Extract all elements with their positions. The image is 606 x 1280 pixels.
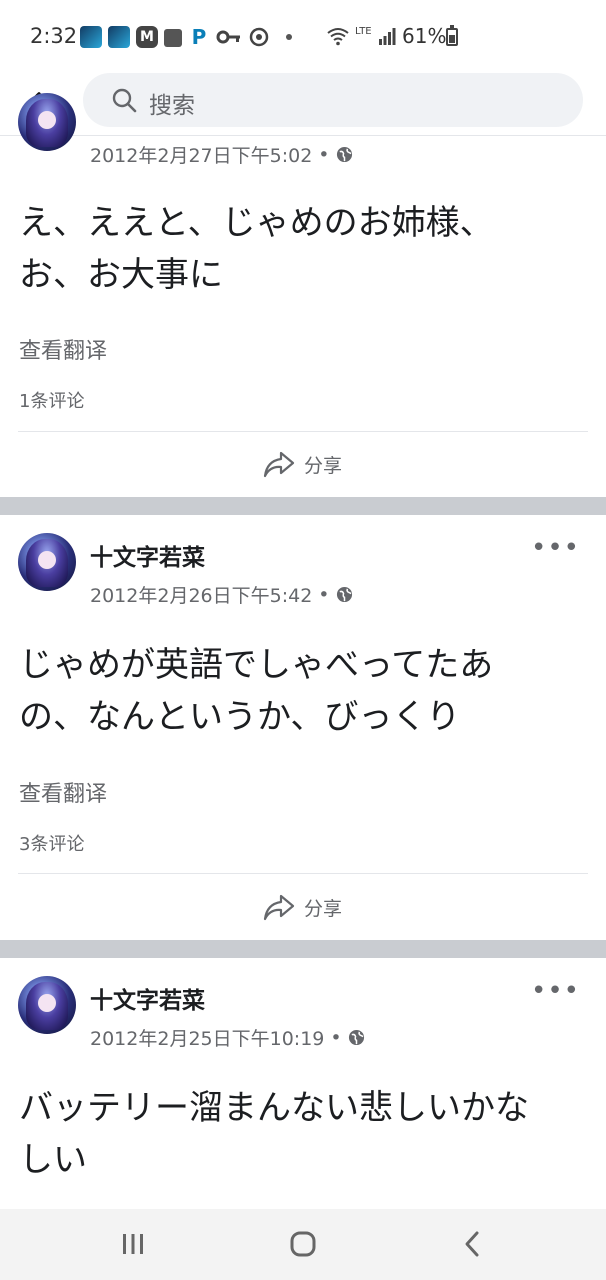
comment-count[interactable]: 1条评论	[19, 387, 84, 413]
system-nav-bar	[0, 1209, 606, 1280]
share-label: 分享	[304, 897, 343, 920]
key-icon	[216, 30, 240, 44]
author-avatar[interactable]	[18, 533, 76, 591]
battery-icon	[446, 25, 458, 46]
sync-icon	[249, 27, 269, 47]
share-button[interactable]: 分享	[262, 449, 342, 479]
post-text: バッテリー溜まんない悲しいかな しい	[19, 1088, 529, 1180]
post-timestamp[interactable]: 2012年2月25日下午10:19	[90, 1024, 324, 1051]
share-icon	[263, 451, 295, 478]
game-app-icon	[80, 26, 102, 48]
post-meta: 2012年2月26日下午5:42 •	[90, 581, 353, 608]
more-options-button[interactable]: •••	[531, 533, 580, 563]
more-notifications-dot	[286, 34, 292, 40]
globe-icon	[348, 1029, 364, 1046]
post-2: 十文字若菜 ••• 2012年2月26日下午5:42 • じゃめが英語でしゃべっ…	[0, 515, 606, 940]
post-divider	[0, 940, 606, 958]
battery-percent: 61%	[402, 24, 447, 48]
more-options-button[interactable]: •••	[531, 976, 580, 1006]
home-icon[interactable]	[283, 1229, 323, 1259]
post-divider	[0, 497, 606, 515]
author-name[interactable]: 十文字若菜	[90, 981, 205, 1015]
search-icon	[112, 88, 137, 113]
checkbox-app-icon	[164, 29, 182, 47]
action-separator	[18, 873, 588, 874]
search-placeholder: 搜索	[149, 93, 195, 119]
author-name[interactable]: 十文字若菜	[90, 538, 205, 572]
post-text: え、ええと、じゃめのお姉様、 お、お大事に	[19, 203, 494, 295]
author-avatar[interactable]	[18, 93, 76, 151]
status-time: 2:32	[30, 24, 78, 48]
post-text: じゃめが英語でしゃべってたあ の、なんというか、びっくり	[19, 645, 494, 737]
globe-icon	[336, 586, 352, 603]
post-3: 十文字若菜 ••• 2012年2月25日下午10:19 • バッテリー溜まんない…	[0, 958, 606, 1209]
share-button[interactable]: 分享	[262, 892, 342, 922]
chevron-left-icon[interactable]	[453, 1229, 493, 1259]
notification-icons: M P	[80, 26, 292, 48]
recent-apps-icon[interactable]	[113, 1229, 153, 1259]
see-translation-link[interactable]: 查看翻译	[19, 333, 107, 365]
m-app-icon: M	[136, 26, 158, 48]
post-1: 2012年2月27日下午5:02 • え、ええと、じゃめのお姉様、 お、お大事に…	[0, 93, 606, 497]
p-app-icon: P	[191, 25, 207, 49]
status-bar: 2:32 M P LTE 61%	[0, 0, 606, 72]
action-separator	[18, 431, 588, 432]
post-timestamp[interactable]: 2012年2月27日下午5:02	[90, 141, 312, 168]
share-icon	[263, 894, 295, 921]
post-meta: 2012年2月25日下午10:19 •	[90, 1024, 365, 1051]
post-meta: 2012年2月27日下午5:02 •	[90, 141, 353, 168]
search-header: 搜索	[0, 72, 606, 136]
globe-icon	[336, 146, 352, 163]
search-input[interactable]: 搜索	[83, 73, 583, 127]
network-type: LTE	[355, 26, 372, 37]
see-translation-link[interactable]: 查看翻译	[19, 776, 107, 808]
author-avatar[interactable]	[18, 976, 76, 1034]
wifi-icon	[327, 28, 349, 46]
comment-count[interactable]: 3条评论	[19, 830, 84, 856]
signal-icon	[379, 28, 396, 45]
game-app-icon-2	[108, 26, 130, 48]
share-label: 分享	[304, 454, 343, 477]
post-timestamp[interactable]: 2012年2月26日下午5:42	[90, 581, 312, 608]
